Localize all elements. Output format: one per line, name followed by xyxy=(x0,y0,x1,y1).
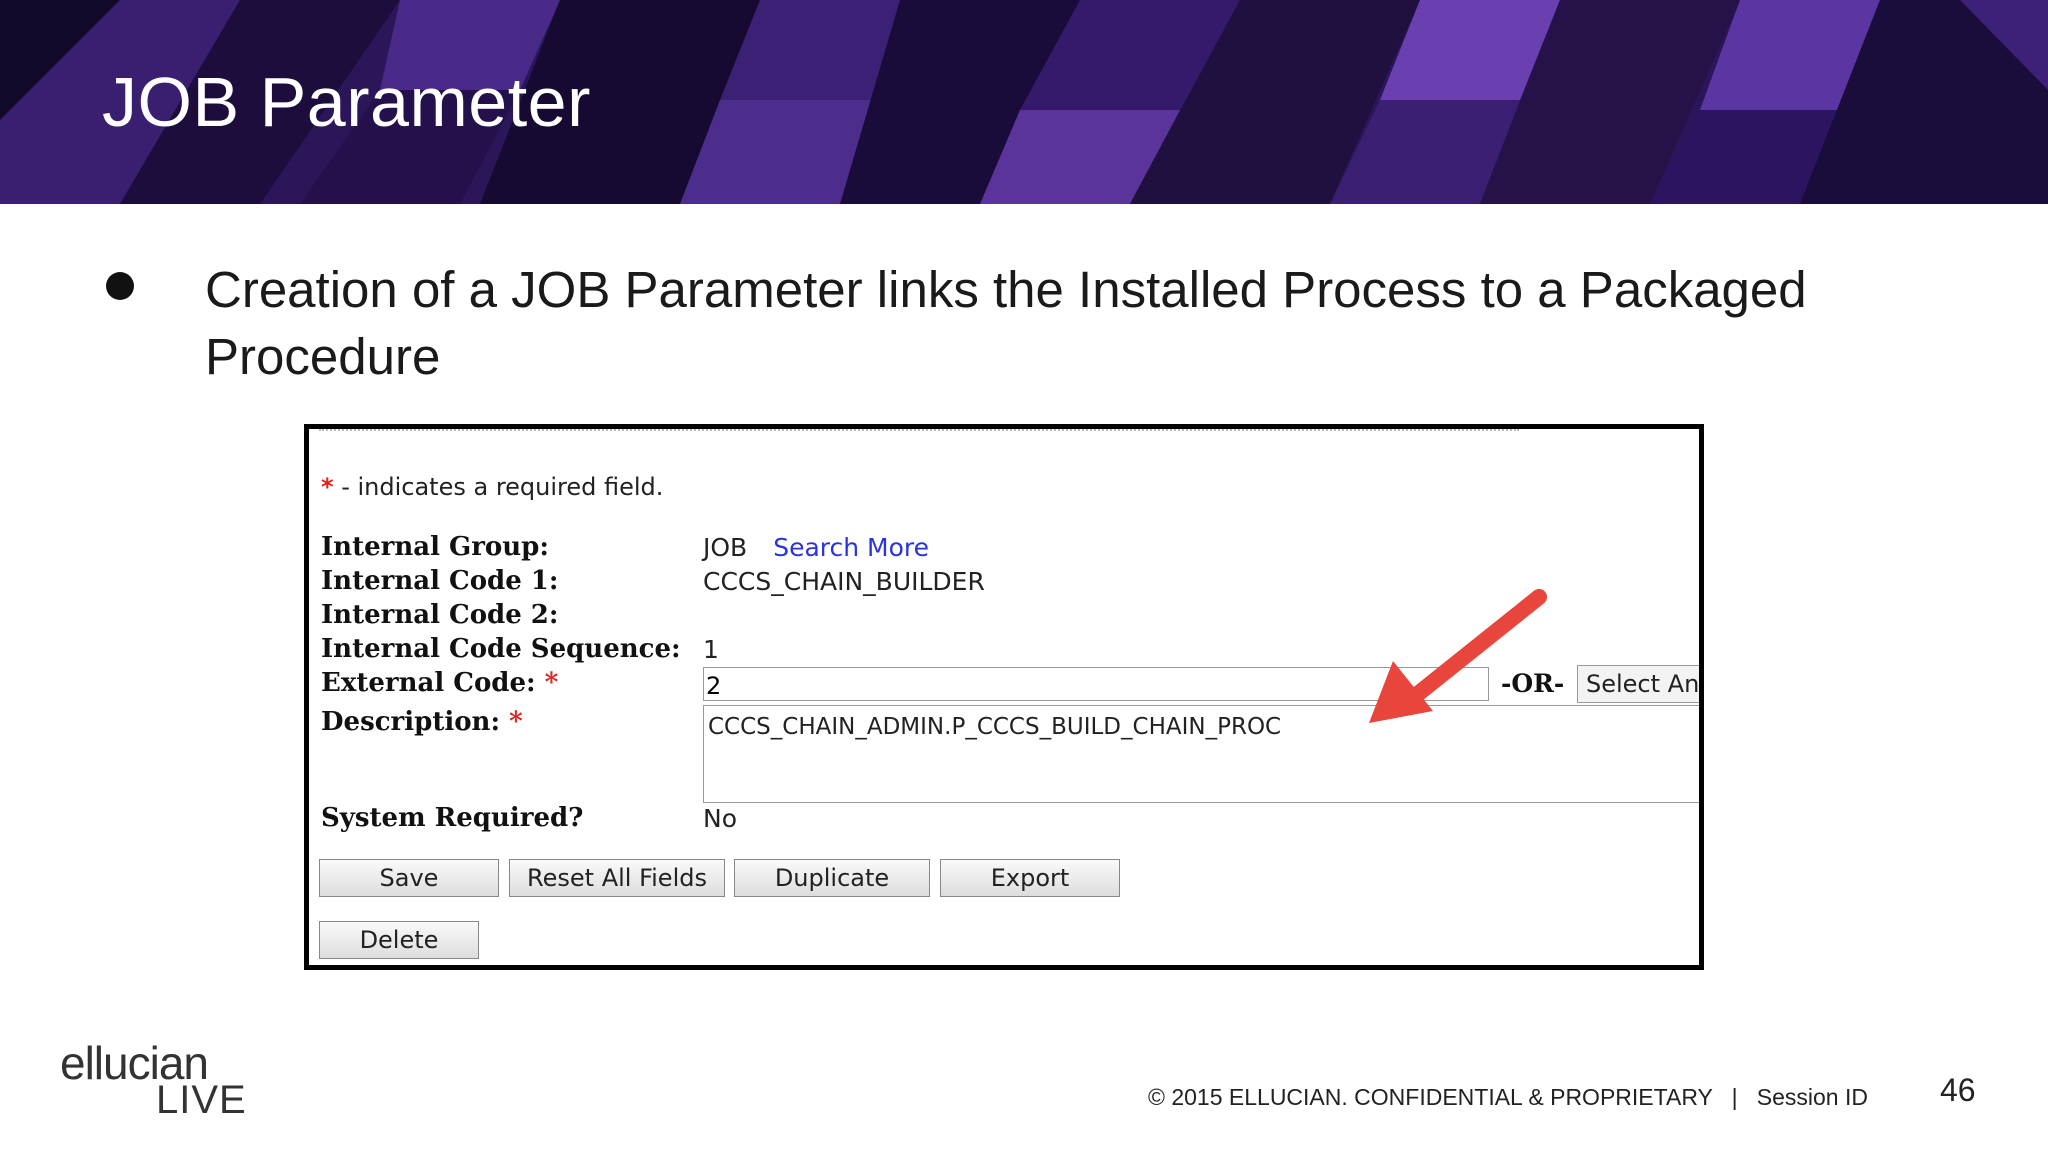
bullet-dot xyxy=(106,272,134,300)
footer-copyright: © 2015 ELLUCIAN. CONFIDENTIAL & PROPRIET… xyxy=(1148,1084,1868,1110)
red-arrow-icon xyxy=(1369,589,1547,723)
page-number: 46 xyxy=(1940,1072,1976,1108)
form-screenshot: * - indicates a required field. Internal… xyxy=(304,424,1704,970)
bullet-text: Creation of a JOB Parameter links the In… xyxy=(205,261,1807,385)
title-banner: JOB Parameter xyxy=(0,0,2048,204)
slide-title: JOB Parameter xyxy=(102,63,591,141)
live-logo: LIVE xyxy=(156,1078,247,1122)
